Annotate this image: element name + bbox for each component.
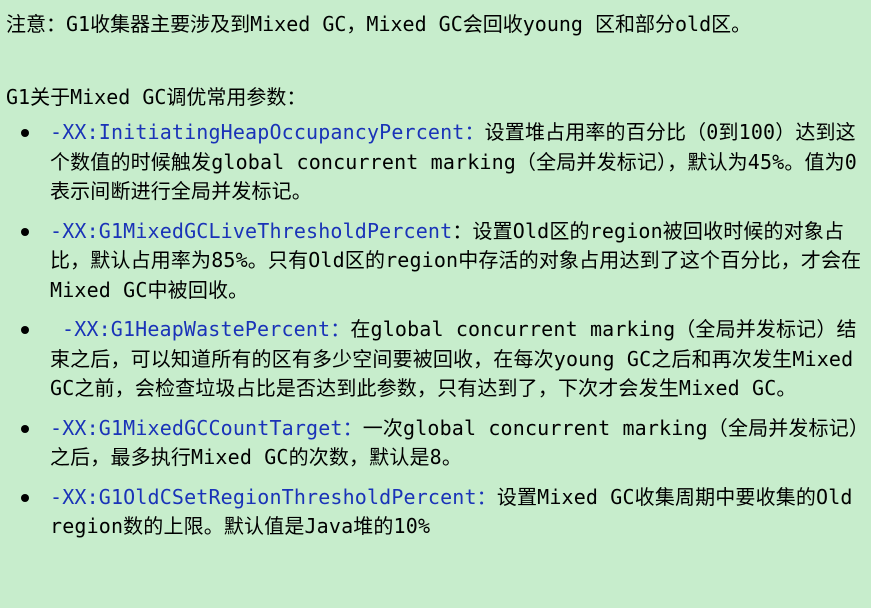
param-name: -XX:InitiatingHeapOccupancyPercent： xyxy=(50,120,485,144)
param-name: -XX:G1MixedGCCountTarget： xyxy=(50,415,363,440)
document-page: 注意：G1收集器主要涉及到Mixed GC，Mixed GC会回收young 区… xyxy=(0,0,871,608)
list-item-initiating-heap-occupancy: -XX:InitiatingHeapOccupancyPercent：设置堆占用… xyxy=(6,118,863,207)
bullet-icon xyxy=(21,326,29,334)
note-paragraph: 注意：G1收集器主要涉及到Mixed GC，Mixed GC会回收young 区… xyxy=(6,12,752,36)
list-item-mixed-gc-live-threshold: -XX:G1MixedGCLiveThresholdPercent：设置Old区… xyxy=(6,217,863,306)
list-item-mixed-gc-count-target: -XX:G1MixedGCCountTarget：一次global concur… xyxy=(6,414,863,473)
param-list: -XX:InitiatingHeapOccupancyPercent：设置堆占用… xyxy=(6,118,863,542)
section-heading: G1关于Mixed GC调优常用参数： xyxy=(6,85,307,109)
param-name: -XX:G1OldCSetRegionThresholdPercent： xyxy=(50,484,497,509)
bullet-icon xyxy=(21,493,29,502)
list-item-heap-waste-percent: -XX:G1HeapWastePercent：在global concurren… xyxy=(6,315,863,404)
param-name: -XX:G1MixedGCLiveThresholdPercent xyxy=(50,218,453,243)
bullet-icon xyxy=(21,129,29,137)
list-item-old-cset-region-threshold: -XX:G1OldCSetRegionThresholdPercent：设置Mi… xyxy=(6,483,863,542)
param-name: -XX:G1HeapWastePercent： xyxy=(62,317,351,341)
bullet-icon xyxy=(21,227,29,236)
bullet-icon xyxy=(21,424,29,433)
